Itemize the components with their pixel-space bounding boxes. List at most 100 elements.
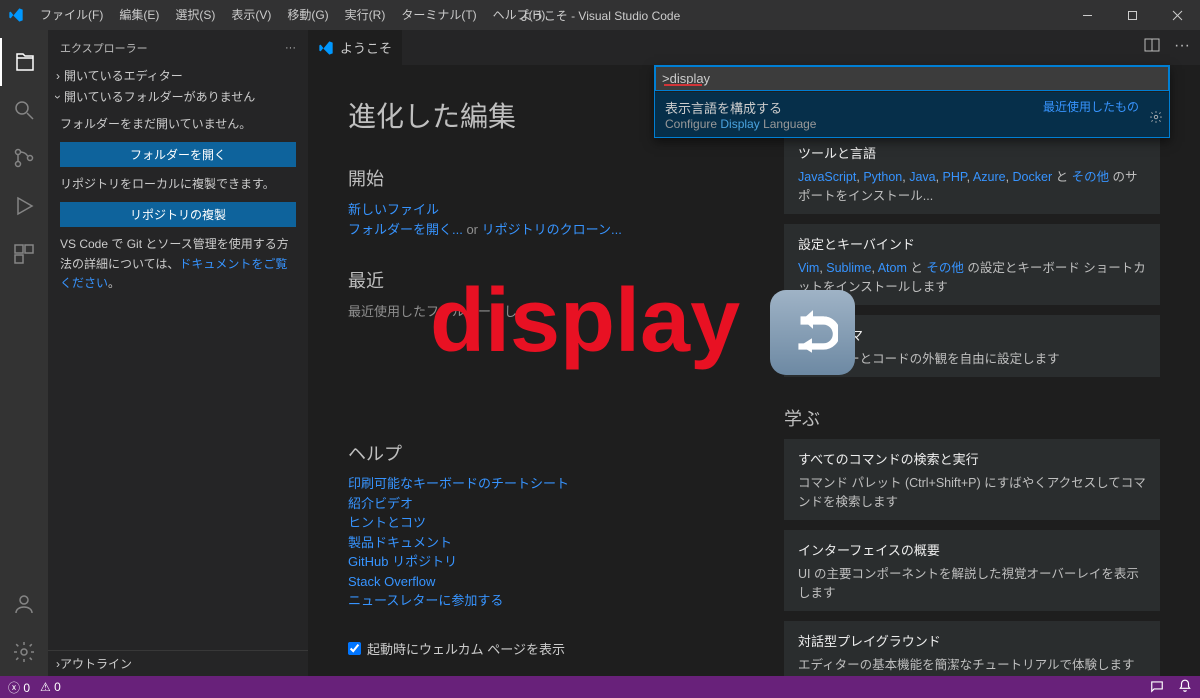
lnk-atom[interactable]: Atom bbox=[878, 261, 907, 275]
card-playground-body: エディターの基本機能を簡潔なチュートリアルで体験します bbox=[798, 654, 1146, 673]
more-icon[interactable]: ··· bbox=[285, 42, 296, 54]
no-folder-section[interactable]: › 開いているフォルダーがありません bbox=[48, 86, 308, 107]
menu-terminal[interactable]: ターミナル(T) bbox=[393, 0, 484, 30]
window-controls bbox=[1065, 0, 1200, 30]
new-file-link[interactable]: 新しいファイル bbox=[348, 202, 439, 217]
clone-msg: リポジトリをローカルに複製できます。 bbox=[60, 175, 296, 194]
open-editors-section[interactable]: › 開いているエディター bbox=[48, 65, 308, 86]
card-playground-title: 対話型プレイグラウンド bbox=[798, 631, 1146, 650]
card-theme-title: 配色テーマ bbox=[798, 325, 1146, 344]
open-folder-link[interactable]: フォルダーを開く... bbox=[348, 222, 463, 237]
sidebar-title: エクスプローラー bbox=[60, 40, 148, 56]
lnk-azure[interactable]: Azure bbox=[973, 170, 1006, 184]
menu-edit[interactable]: 編集(E) bbox=[111, 0, 167, 30]
lnk-docker[interactable]: Docker bbox=[1013, 170, 1053, 184]
more-actions-icon[interactable]: ··· bbox=[1174, 37, 1190, 58]
lnk-py[interactable]: Python bbox=[863, 170, 902, 184]
settings-gear-icon[interactable] bbox=[0, 628, 48, 676]
clone-repo-link[interactable]: リポジトリのクローン... bbox=[482, 222, 622, 237]
sidebar: エクスプローラー ··· › 開いているエディター › 開いているフォルダーがあ… bbox=[48, 30, 308, 676]
no-folder-label: 開いているフォルダーがありません bbox=[64, 88, 255, 105]
status-warnings[interactable]: ⚠ 0 bbox=[40, 680, 61, 694]
tab-welcome[interactable]: ようこそ bbox=[308, 30, 402, 65]
outline-section[interactable]: › アウトライン bbox=[48, 650, 308, 676]
menu-view[interactable]: 表示(V) bbox=[223, 0, 279, 30]
source-control-icon[interactable] bbox=[0, 134, 48, 182]
card-keybind[interactable]: 設定とキーバインド Vim, Sublime, Atom と その他 の設定とキ… bbox=[784, 224, 1160, 305]
card-commands[interactable]: すべてのコマンドの検索と実行 コマンド パレット (Ctrl+Shift+P) … bbox=[784, 439, 1160, 520]
gear-icon[interactable] bbox=[1149, 110, 1163, 129]
menubar: ファイル(F) 編集(E) 選択(S) 表示(V) 移動(G) 実行(R) ター… bbox=[32, 0, 553, 30]
card-commands-body: コマンド パレット (Ctrl+Shift+P) にすばやくアクセスしてコマンド… bbox=[798, 472, 1146, 510]
startup-checkbox-input[interactable] bbox=[348, 642, 361, 655]
status-errors[interactable]: ⓧ 0 bbox=[8, 679, 30, 696]
lnk-php[interactable]: PHP bbox=[943, 170, 967, 184]
command-sublabel: Configure Display Language bbox=[665, 117, 1159, 131]
card-overview-body: UI の主要コンポーネントを解説した視覚オーバーレイを表示します bbox=[798, 563, 1146, 601]
card-tools-body: JavaScript, Python, Java, PHP, Azure, Do… bbox=[798, 166, 1146, 204]
card-playground[interactable]: 対話型プレイグラウンド エディターの基本機能を簡潔なチュートリアルで体験します bbox=[784, 621, 1160, 676]
recently-used-label: 最近使用したもの bbox=[1043, 98, 1139, 115]
welcome-right-col: カスタマイズ ツールと言語 JavaScript, Python, Java, … bbox=[784, 95, 1160, 676]
search-icon[interactable] bbox=[0, 86, 48, 134]
command-palette: 表示言語を構成する Configure Display Language 最近使… bbox=[654, 65, 1170, 138]
help-cheatsheet[interactable]: 印刷可能なキーボードのチートシート bbox=[348, 474, 724, 494]
vscode-icon bbox=[8, 7, 24, 23]
show-startup-checkbox[interactable]: 起動時にウェルカム ページを表示 bbox=[348, 639, 724, 658]
command-input[interactable] bbox=[655, 66, 1169, 91]
vscode-icon bbox=[318, 40, 334, 56]
help-newsletter[interactable]: ニュースレターに参加する bbox=[348, 591, 724, 611]
lnk-java[interactable]: Java bbox=[909, 170, 935, 184]
sidebar-header: エクスプローラー ··· bbox=[48, 30, 308, 65]
cmd-sub-hl: Display bbox=[720, 117, 759, 131]
help-stackoverflow[interactable]: Stack Overflow bbox=[348, 572, 724, 592]
card-tools[interactable]: ツールと言語 JavaScript, Python, Java, PHP, Az… bbox=[784, 133, 1160, 214]
maximize-button[interactable] bbox=[1110, 0, 1155, 30]
command-result[interactable]: 表示言語を構成する Configure Display Language 最近使… bbox=[655, 91, 1169, 137]
learn-heading: 学ぶ bbox=[784, 405, 1160, 431]
error-count: 0 bbox=[23, 681, 30, 695]
outline-label: アウトライン bbox=[60, 655, 132, 672]
menu-file[interactable]: ファイル(F) bbox=[32, 0, 111, 30]
split-editor-icon[interactable] bbox=[1144, 37, 1160, 58]
recent-none: 最近使用したフォルダーなし bbox=[348, 301, 724, 320]
card-commands-title: すべてのコマンドの検索と実行 bbox=[798, 449, 1146, 468]
accounts-icon[interactable] bbox=[0, 580, 48, 628]
recent-heading: 最近 bbox=[348, 267, 724, 293]
tab-label: ようこそ bbox=[340, 38, 392, 57]
open-folder-button[interactable]: フォルダーを開く bbox=[60, 142, 296, 167]
help-videos[interactable]: 紹介ビデオ bbox=[348, 494, 724, 514]
close-button[interactable] bbox=[1155, 0, 1200, 30]
menu-go[interactable]: 移動(G) bbox=[279, 0, 336, 30]
card-theme[interactable]: 配色テーマ エディターとコードの外観を自由に設定します bbox=[784, 315, 1160, 377]
extensions-icon[interactable] bbox=[0, 230, 48, 278]
lnk-js[interactable]: JavaScript bbox=[798, 170, 856, 184]
card-theme-body: エディターとコードの外観を自由に設定します bbox=[798, 348, 1146, 367]
lnk-more2[interactable]: その他 bbox=[926, 261, 964, 275]
help-docs[interactable]: 製品ドキュメント bbox=[348, 533, 724, 553]
lnk-vim[interactable]: Vim bbox=[798, 261, 819, 275]
tabbar: ようこそ ··· bbox=[308, 30, 1200, 65]
feedback-icon[interactable] bbox=[1150, 679, 1164, 696]
run-debug-icon[interactable] bbox=[0, 182, 48, 230]
editor-actions: ··· bbox=[1144, 37, 1200, 58]
help-tips[interactable]: ヒントとコツ bbox=[348, 513, 724, 533]
welcome-page: 進化した編集 開始 新しいファイル フォルダーを開く... or リポジトリのク… bbox=[308, 65, 1200, 676]
lnk-more1[interactable]: その他 bbox=[1072, 170, 1110, 184]
help-github[interactable]: GitHub リポジトリ bbox=[348, 552, 724, 572]
clone-repo-button[interactable]: リポジトリの複製 bbox=[60, 202, 296, 227]
bell-icon[interactable] bbox=[1178, 679, 1192, 696]
startup-checkbox-label: 起動時にウェルカム ページを表示 bbox=[367, 639, 565, 658]
cmd-sub-1: Configure bbox=[665, 117, 720, 131]
card-keybind-title: 設定とキーバインド bbox=[798, 234, 1146, 253]
card-keybind-body: Vim, Sublime, Atom と その他 の設定とキーボード ショートカ… bbox=[798, 257, 1146, 295]
minimize-button[interactable] bbox=[1065, 0, 1110, 30]
explorer-icon[interactable] bbox=[0, 38, 48, 86]
activitybar bbox=[0, 30, 48, 676]
menu-selection[interactable]: 選択(S) bbox=[167, 0, 223, 30]
lnk-sublime[interactable]: Sublime bbox=[826, 261, 871, 275]
and-1: と bbox=[1052, 170, 1071, 184]
card-overview[interactable]: インターフェイスの概要 UI の主要コンポーネントを解説した視覚オーバーレイを表… bbox=[784, 530, 1160, 611]
cmd-sub-2: Language bbox=[760, 117, 817, 131]
menu-run[interactable]: 実行(R) bbox=[337, 0, 394, 30]
